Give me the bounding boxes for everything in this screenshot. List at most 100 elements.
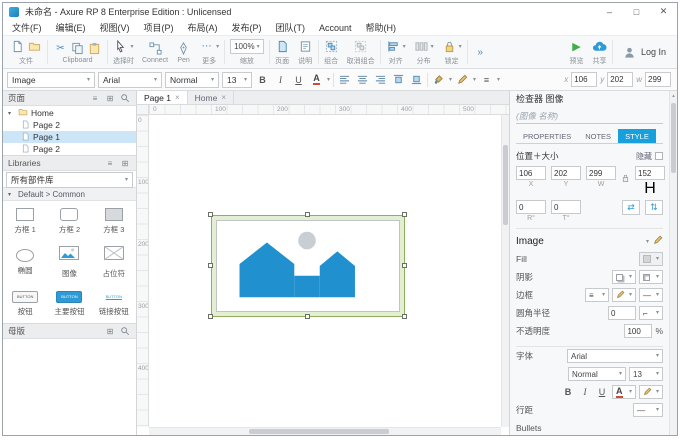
pen-icon[interactable]: [176, 41, 191, 56]
widget-box1[interactable]: 方框 1: [3, 201, 47, 242]
resize-handle-n[interactable]: [305, 212, 310, 217]
align-top-icon[interactable]: [391, 72, 406, 87]
canvas[interactable]: [149, 115, 501, 427]
library-section-header[interactable]: ▾ Default > Common: [3, 188, 136, 201]
font-family-select[interactable]: Arial ▾: [98, 71, 162, 88]
tree-item-page1-selected[interactable]: Page 1: [3, 131, 136, 143]
chevron-down-icon[interactable]: ▾: [130, 44, 133, 50]
zoom-select[interactable]: 100% ▾: [230, 39, 264, 54]
fill-color-icon[interactable]: [431, 72, 446, 87]
menu-account[interactable]: Account: [312, 20, 359, 36]
image-widget[interactable]: [216, 220, 400, 312]
font-weight-select[interactable]: Normal ▾: [165, 71, 219, 88]
hidden-checkbox[interactable]: [655, 152, 663, 160]
border-color-icon[interactable]: [455, 72, 470, 87]
inspector-font-family-select[interactable]: Arial ▾: [567, 349, 663, 363]
underline-button[interactable]: U: [291, 72, 306, 87]
line-style-icon[interactable]: ≡: [479, 72, 494, 87]
paste-icon[interactable]: [87, 41, 102, 56]
height-input[interactable]: [635, 166, 665, 180]
pages-menu-icon[interactable]: ≡: [89, 92, 101, 104]
chevron-down-icon[interactable]: ▾: [449, 77, 452, 83]
align-right-icon[interactable]: [373, 72, 388, 87]
menu-arrange[interactable]: 布局(A): [181, 20, 225, 36]
menu-team[interactable]: 团队(T): [269, 20, 313, 36]
text-rotation-input[interactable]: [551, 200, 581, 214]
chevron-down-icon[interactable]: ▾: [216, 44, 219, 50]
x-coord-input[interactable]: [571, 72, 598, 87]
menu-publish[interactable]: 发布(P): [225, 20, 269, 36]
tab-page1[interactable]: Page 1 ×: [137, 91, 188, 104]
rotation-input[interactable]: [516, 200, 546, 214]
resize-handle-se[interactable]: [402, 314, 407, 319]
resize-handle-ne[interactable]: [402, 212, 407, 217]
libraries-menu-icon[interactable]: ≡: [104, 157, 116, 169]
chevron-down-icon[interactable]: ▾: [646, 239, 649, 245]
menu-view[interactable]: 视图(V): [93, 20, 137, 36]
pages-add-icon[interactable]: ⊞: [104, 92, 116, 104]
cut-icon[interactable]: ✂: [53, 41, 68, 56]
inspector-underline-button[interactable]: U: [595, 385, 609, 399]
aspect-lock-icon[interactable]: [621, 170, 630, 188]
pages-search-icon[interactable]: [119, 92, 131, 104]
chevron-down-icon[interactable]: ▾: [473, 77, 476, 83]
canvas-vertical-scrollbar[interactable]: [501, 115, 509, 427]
menu-file[interactable]: 文件(F): [5, 20, 49, 36]
widget-style-select[interactable]: Image ▾: [7, 71, 95, 88]
menu-help[interactable]: 帮助(H): [359, 20, 404, 36]
libraries-grid-icon[interactable]: ⊞: [119, 157, 131, 169]
chevron-down-icon[interactable]: ▾: [497, 77, 500, 83]
w-coord-input[interactable]: [645, 72, 671, 87]
corner-visibility-dropdown[interactable]: ⌐ ▾: [639, 306, 663, 320]
scroll-up-icon[interactable]: ▴: [670, 91, 677, 99]
copy-icon[interactable]: [70, 41, 85, 56]
inspector-font-size-select[interactable]: 13 ▾: [629, 367, 663, 381]
login-button[interactable]: Log In: [614, 36, 674, 68]
widget-placeholder[interactable]: 占位符: [92, 242, 136, 283]
edit-style-icon[interactable]: [653, 235, 663, 248]
group-icon[interactable]: [324, 39, 339, 54]
width-input[interactable]: [586, 166, 616, 180]
close-button[interactable]: ✕: [650, 3, 677, 20]
ungroup-icon[interactable]: [353, 39, 368, 54]
library-select[interactable]: 所有部件库 ▾: [6, 172, 133, 188]
chevron-down-icon[interactable]: ▾: [327, 77, 330, 83]
chevron-down-icon[interactable]: ▾: [431, 44, 434, 50]
inspector-italic-button[interactable]: I: [578, 385, 592, 399]
inspector-text-highlight-dropdown[interactable]: ▾: [639, 385, 663, 399]
menu-edit[interactable]: 编辑(E): [49, 20, 93, 36]
corner-radius-input[interactable]: [608, 306, 636, 320]
widget-link-button[interactable]: BUTTON 链接按钮: [92, 283, 136, 324]
y-coord-input[interactable]: [607, 72, 634, 87]
menu-project[interactable]: 项目(P): [137, 20, 181, 36]
masters-list[interactable]: [3, 339, 136, 435]
note-icon[interactable]: [298, 39, 313, 54]
tab-close-icon[interactable]: ×: [221, 93, 226, 102]
chevron-down-icon[interactable]: ▾: [459, 44, 462, 50]
y-input[interactable]: [551, 166, 581, 180]
overflow-chevrons-icon[interactable]: »: [473, 45, 488, 60]
inspector-font-color-dropdown[interactable]: A ▾: [612, 385, 636, 399]
resize-handle-nw[interactable]: [208, 212, 213, 217]
minimize-button[interactable]: –: [596, 3, 623, 20]
align-bottom-icon[interactable]: [409, 72, 424, 87]
page-icon[interactable]: [275, 39, 290, 54]
border-color-dropdown[interactable]: ▾: [612, 288, 636, 302]
tab-properties[interactable]: PROPERTIES: [516, 129, 578, 143]
share-cloud-icon[interactable]: [592, 39, 607, 54]
scrollbar-thumb[interactable]: [671, 103, 676, 173]
border-style-dropdown[interactable]: — ▾: [639, 288, 663, 302]
bold-button[interactable]: B: [255, 72, 270, 87]
canvas-horizontal-scrollbar[interactable]: [149, 427, 501, 435]
masters-search-icon[interactable]: [119, 325, 131, 337]
line-spacing-dropdown[interactable]: — ▾: [633, 403, 663, 417]
distribute-icon[interactable]: [414, 39, 429, 54]
italic-button[interactable]: I: [273, 72, 288, 87]
resize-handle-sw[interactable]: [208, 314, 213, 319]
lock-icon[interactable]: [442, 39, 457, 54]
widget-image[interactable]: 图像: [47, 242, 91, 283]
resize-handle-w[interactable]: [208, 263, 213, 268]
font-size-select[interactable]: 13 ▾: [222, 71, 252, 88]
resize-handle-e[interactable]: [402, 263, 407, 268]
connect-icon[interactable]: [148, 41, 163, 56]
